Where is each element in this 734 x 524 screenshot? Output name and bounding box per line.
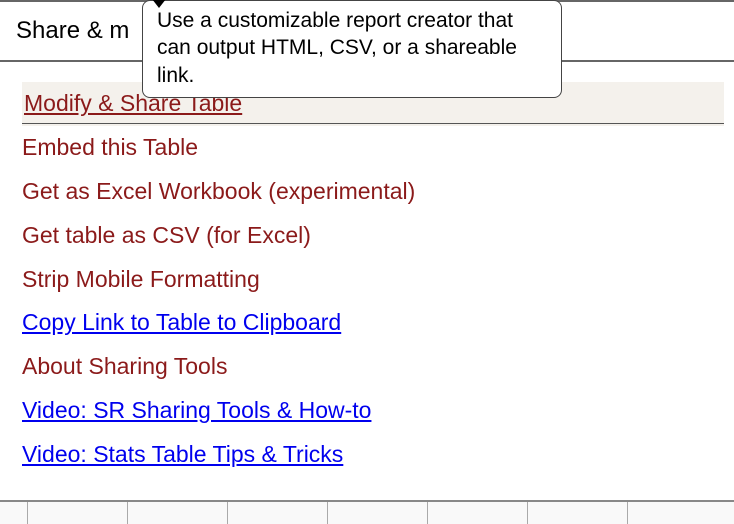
menu-item-strip-mobile-formatting[interactable]: Strip Mobile Formatting [22, 258, 724, 302]
bottom-segment [0, 502, 28, 524]
tooltip: Use a customizable report creator that c… [142, 0, 562, 98]
bottom-segment [128, 502, 228, 524]
menu-item-embed-table[interactable]: Embed this Table [22, 126, 724, 170]
menu-item-get-excel-workbook[interactable]: Get as Excel Workbook (experimental) [22, 170, 724, 214]
bottom-segment [428, 502, 528, 524]
tooltip-arrow-icon [152, 0, 166, 8]
bottom-table-header-bar [0, 500, 734, 524]
bottom-segment [328, 502, 428, 524]
menu-item-about-sharing-tools[interactable]: About Sharing Tools [22, 345, 724, 389]
menu-item-video-sharing-tools[interactable]: Video: SR Sharing Tools & How-to [22, 389, 724, 433]
header-title: Share & m [16, 17, 129, 45]
menu-item-video-stats-table-tips[interactable]: Video: Stats Table Tips & Tricks [22, 433, 724, 477]
tooltip-text: Use a customizable report creator that c… [157, 9, 517, 87]
bottom-segment [28, 502, 128, 524]
bottom-segment [528, 502, 628, 524]
menu-item-copy-link[interactable]: Copy Link to Table to Clipboard [22, 301, 724, 345]
share-menu-list: Modify & Share Table Embed this Table Ge… [22, 82, 724, 477]
bottom-segment [228, 502, 328, 524]
menu-item-get-csv[interactable]: Get table as CSV (for Excel) [22, 214, 724, 258]
bottom-segment [628, 502, 734, 524]
